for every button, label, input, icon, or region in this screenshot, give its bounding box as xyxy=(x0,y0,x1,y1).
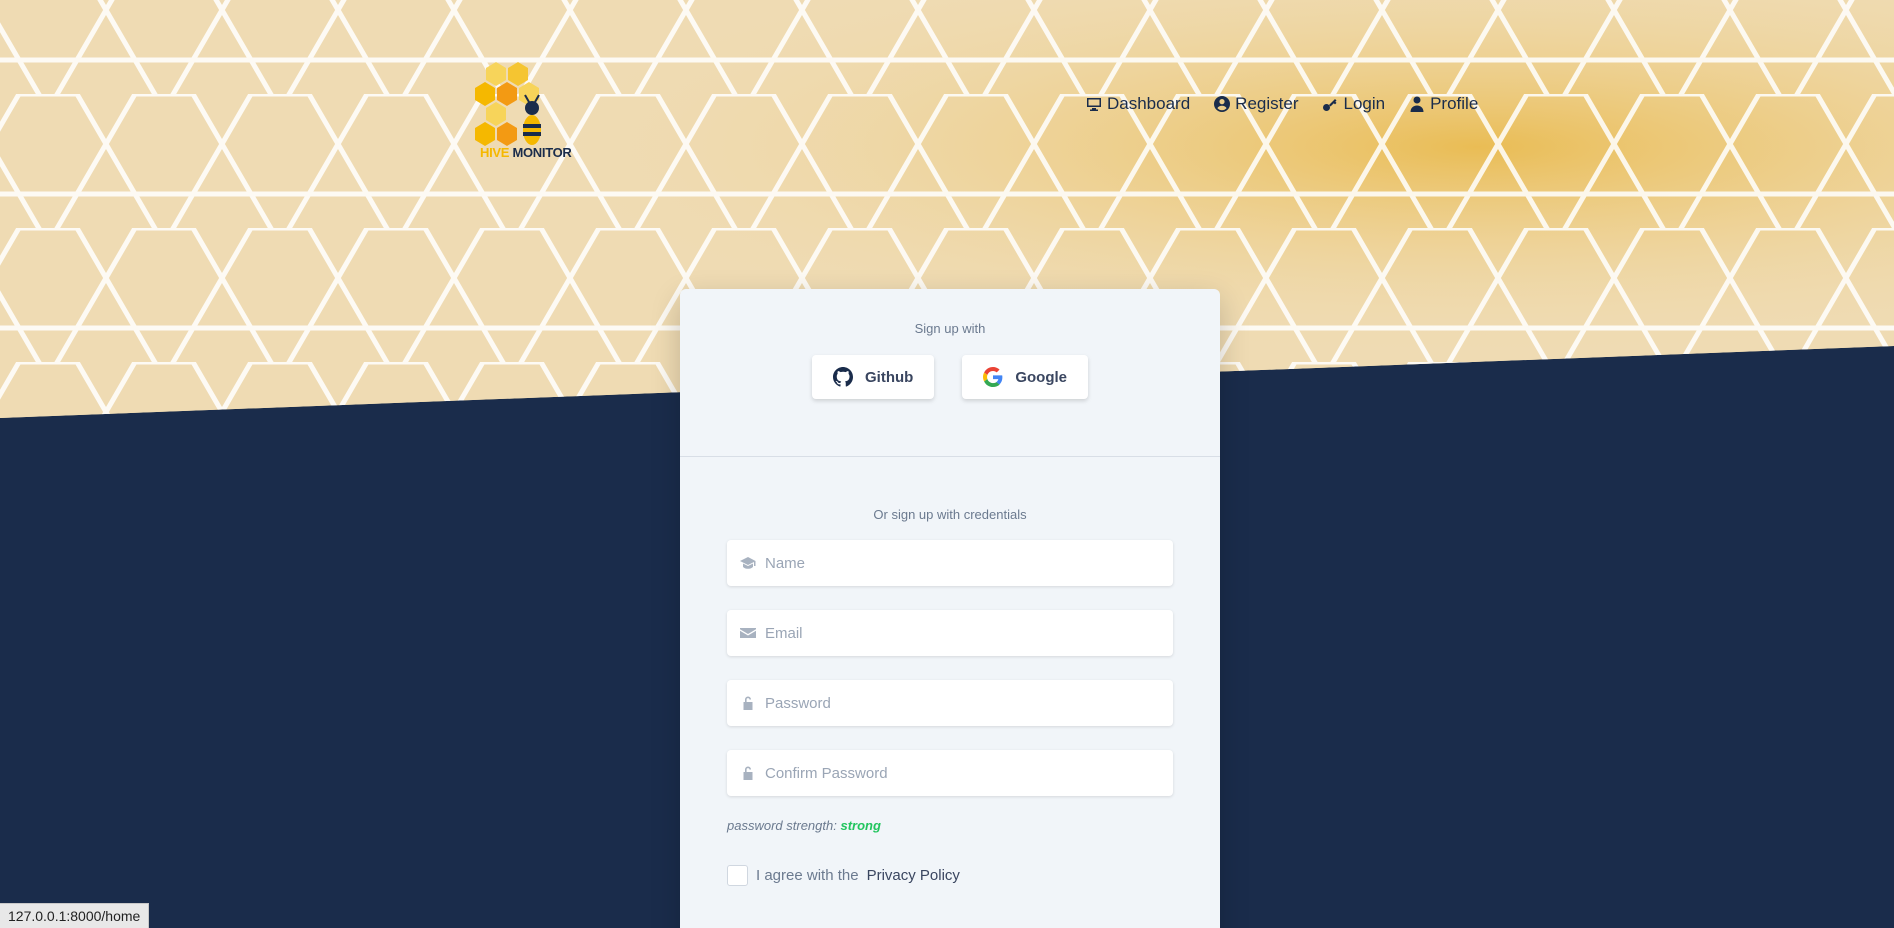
confirm-password-input[interactable] xyxy=(727,750,1173,796)
lock-open-icon xyxy=(743,696,753,710)
email-field xyxy=(727,610,1173,656)
github-button[interactable]: Github xyxy=(812,355,935,399)
nav-register-label: Register xyxy=(1235,94,1299,113)
privacy-checkbox[interactable] xyxy=(727,865,748,886)
brand-word-monitor: MONITOR xyxy=(512,145,572,160)
signup-with-heading: Sign up with xyxy=(914,321,986,336)
github-icon xyxy=(833,367,853,387)
password-strength-label: password strength: xyxy=(727,818,837,833)
agree-text: I agree with the xyxy=(756,867,859,884)
monitor-icon xyxy=(1087,98,1101,111)
key-icon xyxy=(1323,99,1337,111)
nav-register-link[interactable]: Register xyxy=(1214,94,1298,114)
top-navigation: Dashboard Register Login Profile xyxy=(1086,94,1478,114)
password-field xyxy=(727,680,1173,726)
user-circle-icon xyxy=(1214,96,1231,112)
envelope-icon xyxy=(740,628,756,638)
confirm-password-field xyxy=(727,750,1173,796)
register-card: Sign up with Github Google Or sign up wi… xyxy=(680,289,1220,928)
password-strength: password strength: strong xyxy=(727,818,1173,833)
name-field xyxy=(727,540,1173,586)
social-buttons: Github Google xyxy=(680,355,1220,399)
name-input[interactable] xyxy=(727,540,1173,586)
nav-login-link[interactable]: Login xyxy=(1322,94,1385,114)
nav-login-label: Login xyxy=(1343,94,1386,113)
password-input[interactable] xyxy=(727,680,1173,726)
nav-dashboard-label: Dashboard xyxy=(1107,94,1191,113)
github-label: Github xyxy=(865,368,914,386)
credentials-heading: Or sign up with credentials xyxy=(873,507,1027,522)
google-icon xyxy=(983,367,1003,387)
google-button[interactable]: Google xyxy=(962,355,1088,399)
graduation-cap-icon xyxy=(740,557,756,569)
google-label: Google xyxy=(1015,368,1067,386)
user-icon xyxy=(1410,96,1424,112)
privacy-agreement: I agree with the Privacy Policy xyxy=(727,865,1173,886)
nav-profile-label: Profile xyxy=(1430,94,1479,113)
nav-dashboard-link[interactable]: Dashboard xyxy=(1086,94,1190,114)
credentials-form xyxy=(727,540,1173,796)
email-input[interactable] xyxy=(727,610,1173,656)
nav-profile-link[interactable]: Profile xyxy=(1409,94,1478,114)
brand-wordmark: HIVE MONITOR xyxy=(480,145,572,160)
browser-status-url: 127.0.0.1:8000/home xyxy=(0,903,150,928)
lock-open-icon xyxy=(743,766,753,780)
privacy-policy-link[interactable]: Privacy Policy xyxy=(867,867,960,884)
password-strength-value: strong xyxy=(840,818,881,833)
brand-word-hive: HIVE xyxy=(480,145,510,160)
social-signup-section: Sign up with Github Google xyxy=(680,289,1220,457)
